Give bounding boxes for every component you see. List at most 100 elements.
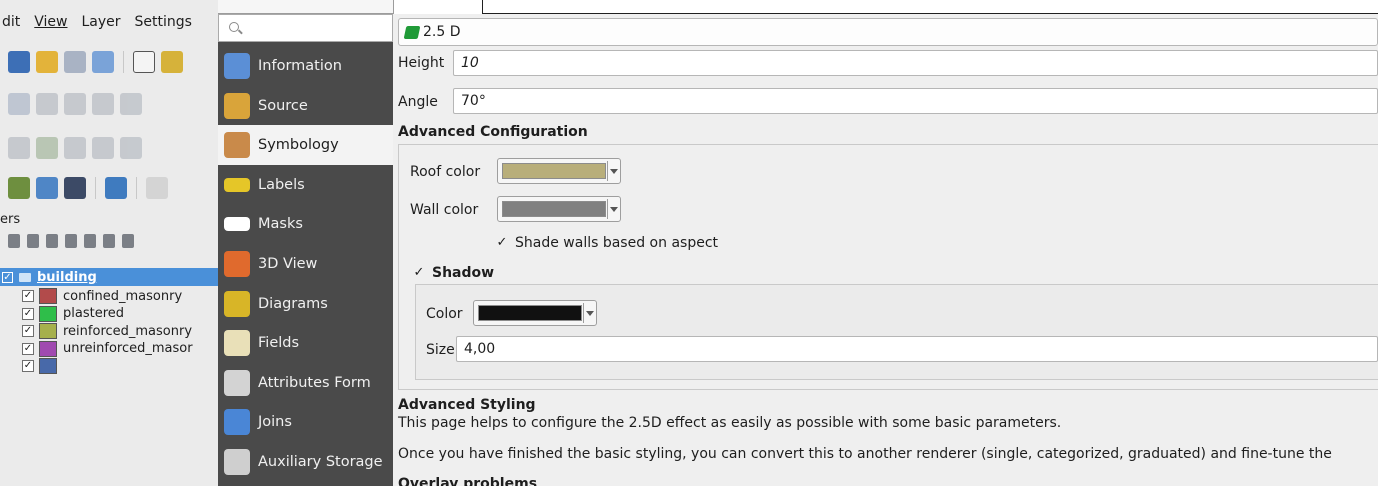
angle-field[interactable]: 70° bbox=[453, 88, 1378, 114]
layer-legend-item[interactable]: ✓ bbox=[22, 357, 63, 375]
layer-tree-item-building[interactable]: ✓ building bbox=[0, 268, 218, 286]
roof-color-button[interactable] bbox=[497, 158, 621, 184]
measure-line-icon[interactable] bbox=[146, 177, 168, 199]
toolbar-digitizing bbox=[0, 86, 142, 122]
polygon-layer-icon bbox=[19, 272, 31, 282]
filter-legend-icon[interactable] bbox=[46, 234, 58, 248]
advanced-styling-paragraph-1: This page helps to configure the 2.5D ef… bbox=[398, 415, 1062, 431]
sidebar-item-label: Diagrams bbox=[258, 295, 328, 312]
renderer-select[interactable]: 2.5 D bbox=[398, 18, 1378, 46]
sidebar-item-symbology[interactable]: Symbology bbox=[218, 125, 393, 166]
angle-label: Angle bbox=[398, 94, 438, 110]
menu-view[interactable]: View bbox=[34, 14, 67, 30]
layers-panel-title: ers bbox=[0, 212, 21, 227]
layer-name: building bbox=[37, 269, 97, 285]
simplify-feature-icon[interactable] bbox=[36, 137, 58, 159]
remove-layer-icon[interactable] bbox=[122, 234, 134, 248]
layer-legend-item[interactable]: ✓ unreinforced_masor bbox=[22, 340, 193, 358]
shadow-color-label: Color bbox=[426, 306, 463, 322]
menu-edit[interactable]: dit bbox=[2, 14, 20, 30]
menu-layer[interactable]: Layer bbox=[82, 14, 121, 30]
new-print-layout-icon[interactable] bbox=[36, 51, 58, 73]
add-feature-icon[interactable] bbox=[36, 93, 58, 115]
legend-item-checkbox[interactable]: ✓ bbox=[22, 290, 34, 302]
height-field[interactable]: 10 bbox=[453, 50, 1378, 76]
layer-legend-item[interactable]: ✓ confined_masonry bbox=[22, 287, 182, 305]
wall-color-button[interactable] bbox=[497, 196, 621, 222]
layer-legend-item[interactable]: ✓ plastered bbox=[22, 305, 124, 323]
rotate-feature-icon[interactable] bbox=[8, 137, 30, 159]
add-part-icon[interactable] bbox=[92, 137, 114, 159]
sidebar-item-information[interactable]: Information bbox=[218, 46, 393, 86]
search-icon bbox=[229, 22, 239, 32]
sidebar-item-label: Joins bbox=[258, 414, 292, 431]
legend-item-label: reinforced_masonry bbox=[63, 323, 193, 339]
open-attribute-table-icon[interactable] bbox=[105, 177, 127, 199]
shade-walls-checkbox[interactable]: ✓ Shade walls based on aspect bbox=[495, 235, 718, 251]
menu-settings[interactable]: Settings bbox=[135, 14, 192, 30]
sidebar-item-auxiliary-storage[interactable]: Auxiliary Storage bbox=[218, 442, 393, 482]
search-input[interactable] bbox=[218, 14, 393, 42]
wall-color-swatch bbox=[502, 201, 606, 217]
open-layer-styling-icon[interactable] bbox=[8, 234, 20, 248]
fill-ring-icon[interactable] bbox=[120, 137, 142, 159]
sidebar-item-label: 3D View bbox=[258, 256, 318, 272]
legend-item-checkbox[interactable]: ✓ bbox=[22, 307, 34, 320]
roof-color-label: Roof color bbox=[410, 164, 481, 180]
shadow-color-button[interactable] bbox=[473, 300, 597, 326]
properties-sidebar: Information Source Symbology Labels Masks 3D … bbox=[218, 14, 393, 486]
sidebar-item-joins[interactable]: Joins bbox=[218, 402, 393, 442]
legend-item-checkbox[interactable]: ✓ bbox=[22, 360, 34, 372]
legend-color-swatch bbox=[39, 358, 57, 374]
add-ring-icon[interactable] bbox=[64, 137, 86, 159]
chevron-down-icon bbox=[610, 169, 618, 174]
checkmark-icon: ✓ bbox=[413, 265, 425, 280]
pan-icon[interactable] bbox=[133, 51, 155, 73]
sidebar-item-labels[interactable]: Labels bbox=[218, 165, 393, 205]
color-button-divider bbox=[607, 199, 608, 219]
advanced-configuration-title: Advanced Configuration bbox=[398, 124, 588, 140]
sidebar-item-masks[interactable]: Masks bbox=[218, 204, 393, 244]
checkmark-icon: ✓ bbox=[496, 235, 508, 250]
sidebar-item-fields[interactable]: Fields bbox=[218, 323, 393, 363]
layout-manager-icon[interactable] bbox=[64, 51, 86, 73]
legend-color-swatch bbox=[39, 305, 57, 322]
sidebar-item-label: Labels bbox=[258, 176, 305, 193]
manage-map-themes-icon[interactable] bbox=[27, 234, 39, 248]
divider bbox=[482, 0, 483, 14]
toolbar-separator bbox=[123, 51, 124, 73]
add-delimited-text-icon[interactable] bbox=[64, 177, 86, 199]
collapse-all-icon[interactable] bbox=[103, 234, 115, 248]
layer-legend-item[interactable]: ✓ reinforced_masonry bbox=[22, 322, 192, 340]
joins-icon bbox=[224, 409, 250, 436]
legend-item-checkbox[interactable]: ✓ bbox=[22, 325, 34, 337]
sidebar-item-3d-view[interactable]: 3D View bbox=[218, 244, 393, 284]
style-manager-icon[interactable] bbox=[92, 51, 114, 73]
expand-all-icon[interactable] bbox=[84, 234, 96, 248]
toolbar-separator bbox=[95, 177, 96, 199]
vertex-tool-icon[interactable] bbox=[64, 93, 86, 115]
add-vector-layer-icon[interactable] bbox=[8, 177, 30, 199]
wall-color-label: Wall color bbox=[410, 202, 479, 218]
save-edits-icon[interactable] bbox=[8, 93, 30, 115]
move-feature-icon[interactable] bbox=[92, 93, 114, 115]
save-project-icon[interactable] bbox=[8, 51, 30, 73]
sidebar-item-label: Fields bbox=[258, 335, 300, 352]
shadow-checkbox[interactable]: ✓ Shadow bbox=[412, 265, 495, 281]
filter-by-expression-icon[interactable] bbox=[65, 234, 77, 248]
sidebar-item-diagrams[interactable]: Diagrams bbox=[218, 284, 393, 324]
layer-visibility-checkbox[interactable]: ✓ bbox=[2, 271, 13, 283]
renderer-25d-icon bbox=[403, 25, 421, 39]
diagrams-icon bbox=[224, 290, 250, 317]
sidebar-item-source[interactable]: Source bbox=[218, 86, 393, 126]
legend-item-checkbox[interactable]: ✓ bbox=[22, 342, 34, 355]
delete-selected-icon[interactable] bbox=[120, 93, 142, 115]
toolbar-file bbox=[0, 44, 183, 80]
color-button-divider bbox=[583, 303, 584, 323]
size-field[interactable]: 4,00 bbox=[456, 336, 1378, 362]
3d-view-icon bbox=[224, 251, 250, 277]
pan-to-selection-icon[interactable] bbox=[161, 51, 183, 73]
sidebar-item-attributes-form[interactable]: Attributes Form bbox=[218, 363, 393, 403]
sidebar-item-label: Auxiliary Storage bbox=[258, 454, 383, 470]
add-point-cloud-icon[interactable] bbox=[36, 177, 58, 199]
